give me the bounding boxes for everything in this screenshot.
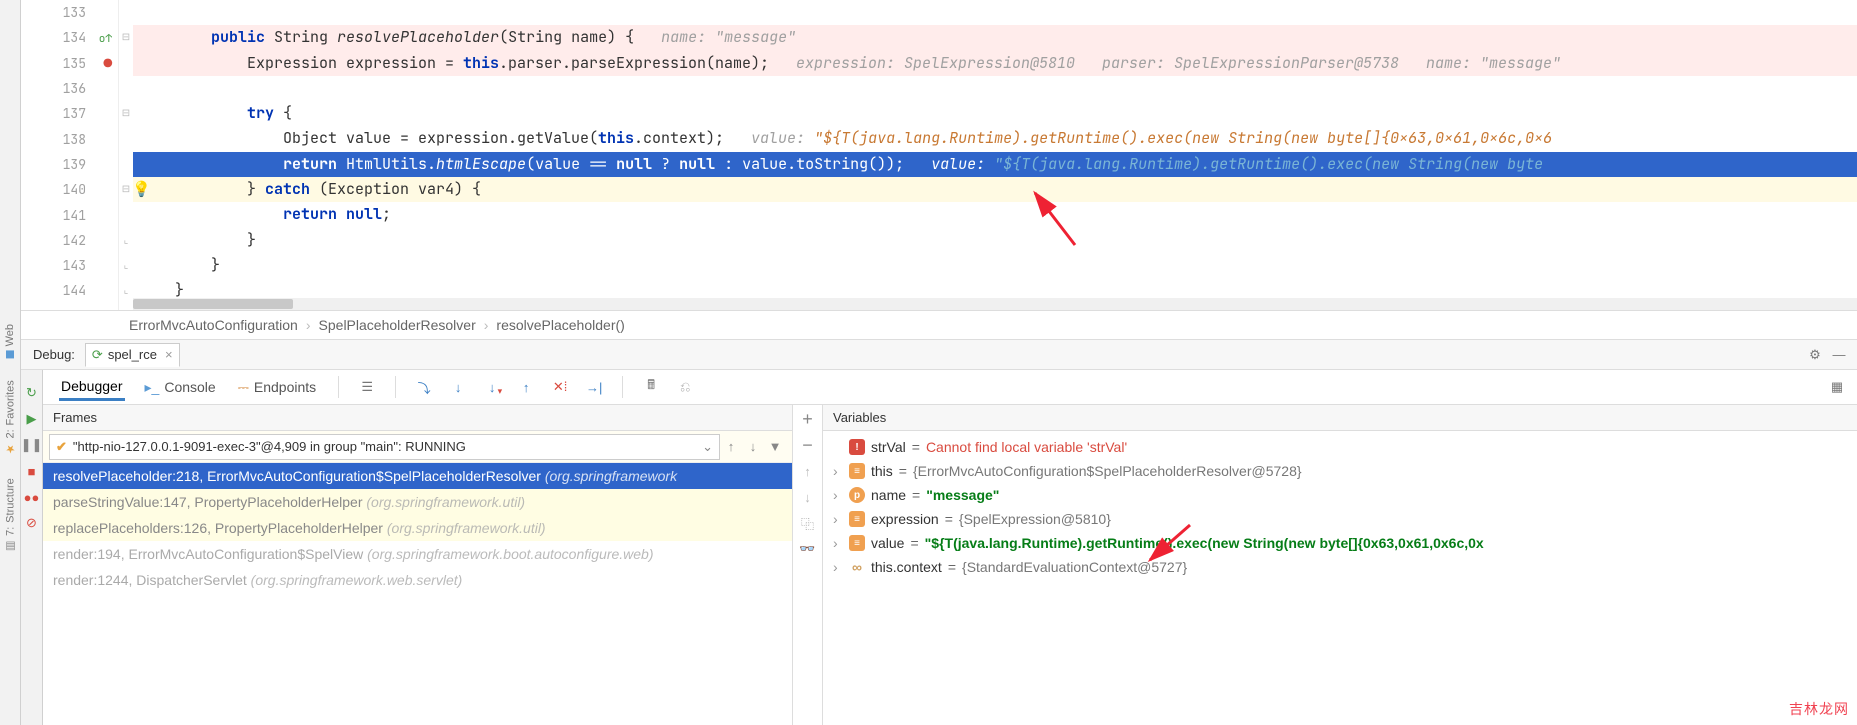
hide-icon[interactable]: — [1831, 347, 1847, 363]
breadcrumb-item[interactable]: SpelPlaceholderResolver [311, 317, 484, 333]
tab-console[interactable]: ▸_Console [143, 375, 218, 400]
frame-list[interactable]: resolvePlaceholder:218, ErrorMvcAutoConf… [43, 463, 792, 725]
pause-icon[interactable]: ❚❚ [24, 437, 40, 453]
rerun-icon[interactable]: ↻ [24, 385, 40, 401]
settings-icon[interactable]: ⚙ [1807, 347, 1823, 363]
variable-list[interactable]: !strVal = Cannot find local variable 'st… [823, 431, 1857, 725]
filter-icon[interactable]: ▼ [764, 439, 786, 454]
run-config-icon: ⟳ [92, 347, 103, 363]
variable-row[interactable]: ›≡value = "${T(java.lang.Runtime).getRun… [823, 531, 1857, 555]
drop-frame-icon[interactable]: ✕⁞ [552, 379, 568, 395]
thread-selector-row: ✔ "http-nio-127.0.0.1-9091-exec-3"@4,909… [43, 431, 792, 463]
new-watch-icon[interactable]: + [800, 411, 816, 427]
frame-item[interactable]: replacePlaceholders:126, PropertyPlaceho… [43, 515, 792, 541]
breadcrumb-item[interactable]: resolvePlaceholder() [488, 317, 632, 333]
frame-item[interactable]: render:1244, DispatcherServlet (org.spri… [43, 567, 792, 593]
debug-panels: Frames ✔ "http-nio-127.0.0.1-9091-exec-3… [43, 405, 1857, 725]
step-out-icon[interactable]: ↑ [518, 379, 534, 395]
tool-tab-favorites[interactable]: ★2: Favorites [2, 376, 19, 459]
layout-icon[interactable]: ▦ [1829, 379, 1845, 395]
scrollbar-thumb[interactable] [133, 299, 293, 309]
tab-debugger[interactable]: Debugger [59, 374, 125, 401]
chevron-down-icon[interactable]: ⌄ [702, 439, 713, 455]
code-area[interactable]: public String resolvePlaceholder(String … [133, 0, 1857, 310]
step-over-icon[interactable]: ⤵ [416, 379, 432, 395]
variable-row[interactable]: ›≡expression = {SpelExpression@5810} [823, 507, 1857, 531]
debug-run-tab[interactable]: ⟳ spel_rce × [85, 343, 180, 367]
console-icon: ▸_ [145, 379, 160, 396]
tool-tab-structure[interactable]: ▤7: Structure [2, 474, 19, 557]
variables-panel: Variables !strVal = Cannot find local va… [823, 405, 1857, 725]
next-frame-icon[interactable]: ↓ [742, 439, 764, 454]
move-up-icon[interactable]: ↑ [800, 463, 816, 479]
breadcrumb-item[interactable]: ErrorMvcAutoConfiguration [121, 317, 306, 333]
force-step-into-icon[interactable]: ↓▾ [484, 379, 500, 395]
frame-item[interactable]: parseStringValue:147, PropertyPlaceholde… [43, 489, 792, 515]
debug-left-toolbar: ↻ ▶ ❚❚ ■ ●● ⊘ [21, 355, 43, 725]
frame-item[interactable]: resolvePlaceholder:218, ErrorMvcAutoConf… [43, 463, 792, 489]
tool-tab-web[interactable]: Web [2, 320, 18, 362]
evaluate-icon[interactable]: 🖩 [643, 379, 659, 395]
trace-icon[interactable]: ⎌ [677, 379, 693, 395]
fold-column[interactable]: ⊟⊟⊟⌞⌞⌞ [119, 0, 133, 310]
thread-selector[interactable]: ✔ "http-nio-127.0.0.1-9091-exec-3"@4,909… [49, 434, 720, 460]
tool-window-strip-left: Web ★2: Favorites ▤7: Structure [0, 0, 21, 725]
debug-tool-window-header: Debug: ⟳ spel_rce × ⚙ — [21, 340, 1857, 370]
mute-breakpoints-icon[interactable]: ⊘ [24, 515, 40, 531]
frames-panel: Frames ✔ "http-nio-127.0.0.1-9091-exec-3… [43, 405, 793, 725]
move-down-icon[interactable]: ↓ [800, 489, 816, 505]
variable-row[interactable]: !strVal = Cannot find local variable 'st… [823, 435, 1857, 459]
remove-watch-icon[interactable]: − [800, 437, 816, 453]
check-icon: ✔ [56, 439, 67, 455]
prev-frame-icon[interactable]: ↑ [720, 439, 742, 454]
watches-icon[interactable]: 👓 [800, 541, 816, 557]
variables-toolbar: + − ↑ ↓ ⿻ 👓 [793, 405, 823, 725]
stop-icon[interactable]: ■ [24, 463, 40, 479]
run-to-cursor-icon[interactable]: →| [586, 379, 602, 395]
code-editor[interactable]: 133134o↑135●136137138139140141142143144 … [21, 0, 1857, 310]
close-tab-icon[interactable]: × [165, 347, 173, 362]
variable-row[interactable]: ›≡this = {ErrorMvcAutoConfiguration$Spel… [823, 459, 1857, 483]
debug-toolbar: Debugger ▸_Console ⎓Endpoints ☰ ⤵ ↓ ↓▾ ↑… [43, 370, 1857, 405]
horizontal-scrollbar[interactable] [133, 298, 1857, 310]
tab-endpoints[interactable]: ⎓Endpoints [236, 375, 318, 400]
view-breakpoints-icon[interactable]: ●● [24, 489, 40, 505]
variable-row[interactable]: ›pname = "message" [823, 483, 1857, 507]
breadcrumb: ErrorMvcAutoConfiguration› SpelPlacehold… [21, 310, 1857, 340]
watermark: 吉林龙网 [1789, 699, 1849, 719]
threads-icon[interactable]: ☰ [359, 379, 375, 395]
endpoints-icon: ⎓ [238, 379, 249, 396]
variables-header: Variables [823, 405, 1857, 431]
editor-gutter: 133134o↑135●136137138139140141142143144 [21, 0, 119, 310]
frame-item[interactable]: render:194, ErrorMvcAutoConfiguration$Sp… [43, 541, 792, 567]
variable-row[interactable]: ›∞this.context = {StandardEvaluationCont… [823, 555, 1857, 579]
debug-label: Debug: [33, 347, 75, 362]
frames-header: Frames [43, 405, 792, 431]
step-into-icon[interactable]: ↓ [450, 379, 466, 395]
resume-icon[interactable]: ▶ [24, 411, 40, 427]
copy-icon[interactable]: ⿻ [800, 515, 816, 531]
